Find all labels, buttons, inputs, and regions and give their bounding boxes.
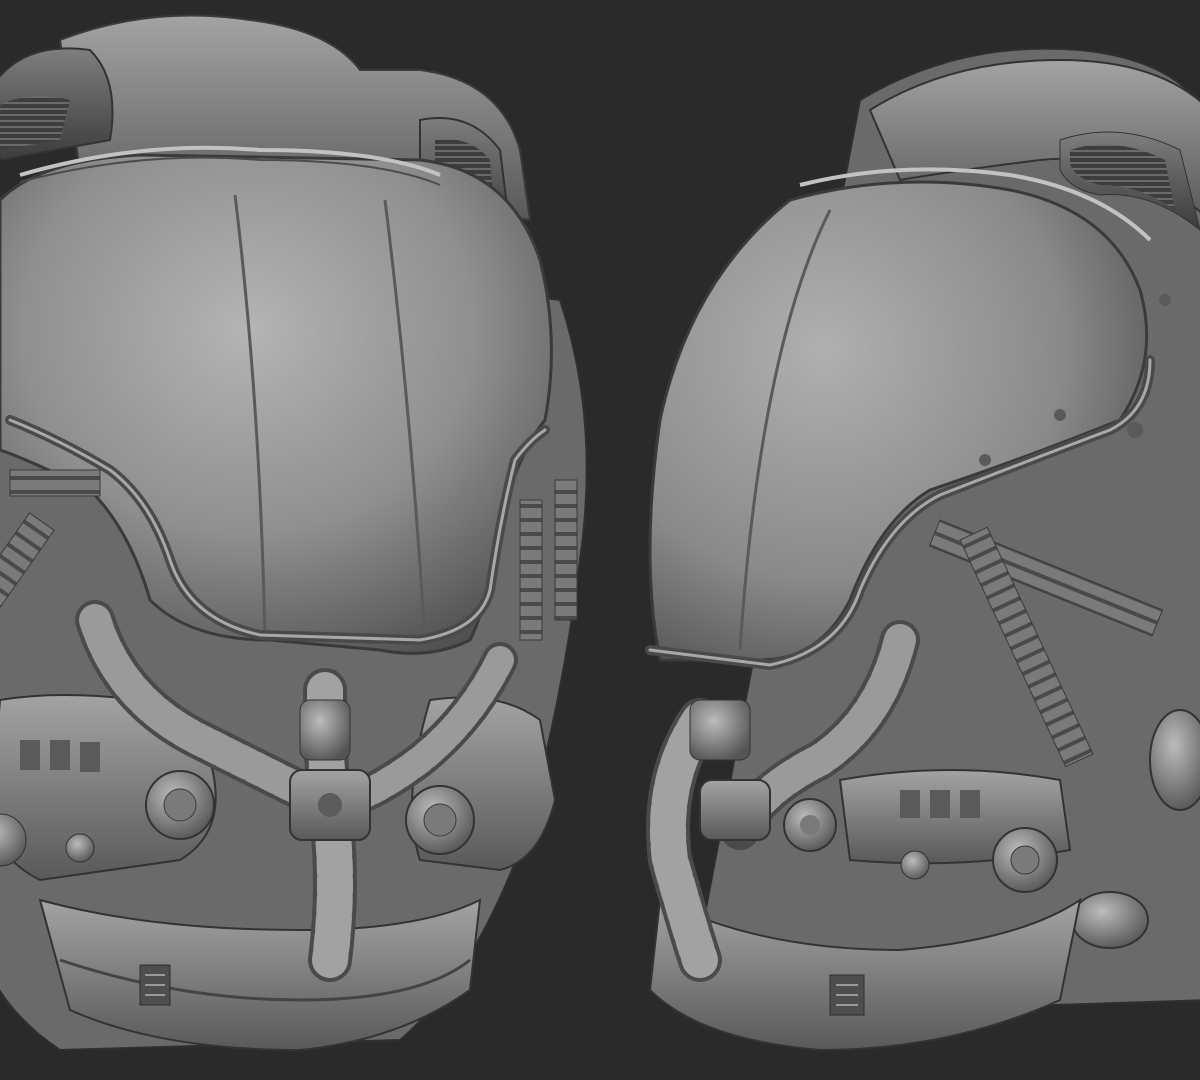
helmet-render <box>0 14 1200 1052</box>
helmet-side-view <box>645 47 1200 1052</box>
render-viewport <box>0 0 1200 1080</box>
helmet-front-view <box>0 14 588 1052</box>
